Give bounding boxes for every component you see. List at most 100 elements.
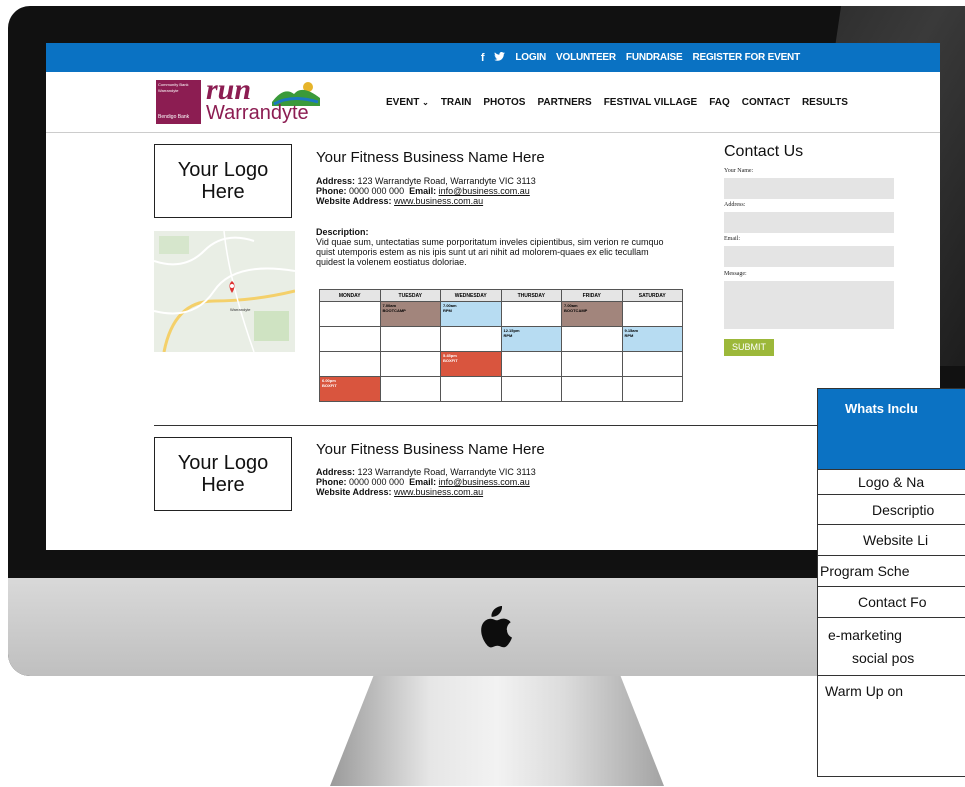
bank-line2: Warrandyte [158, 88, 179, 93]
name-input[interactable] [724, 178, 894, 199]
schedule-row: 5.45pm BOXFIT [319, 351, 683, 377]
schedule-cell: 9.15am RPM [621, 326, 683, 352]
class-name: BOXFIT [443, 358, 458, 363]
business-logo-placeholder-2: Your Logo Here [154, 437, 292, 511]
nav-contact[interactable]: CONTACT [742, 97, 790, 108]
address-value: 123 Warrandyte Road, Warrandyte VIC 3113 [357, 176, 536, 186]
chevron-down-icon: ⌄ [422, 97, 429, 107]
business-description: Description: Vid quae sum, untectatias s… [316, 227, 678, 267]
twitter-icon[interactable] [494, 51, 506, 64]
included-row-emarketing: e-marketing social pos [818, 617, 965, 675]
schedule-day-header: WEDNESDAY [440, 289, 502, 302]
contact-title: Contact Us [724, 143, 804, 160]
schedule-cell [379, 326, 441, 352]
logo2-line2: Here [201, 474, 245, 496]
schedule-cell [621, 376, 683, 402]
logo-warrandyte-text[interactable]: Warrandyte [206, 102, 309, 125]
email-link-2[interactable]: info@business.com.au [439, 477, 530, 487]
email-input[interactable] [724, 246, 894, 267]
schedule-day-header: MONDAY [319, 289, 381, 302]
schedule-day-header: SATURDAY [621, 289, 683, 302]
schedule-cell [500, 351, 562, 377]
business-name-2: Your Fitness Business Name Here [316, 441, 545, 458]
website-label: Website Address: [316, 196, 392, 206]
facebook-icon[interactable]: f [481, 52, 485, 64]
schedule-day-header: TUESDAY [379, 289, 441, 302]
class-name: RPM [443, 308, 452, 313]
address-input[interactable] [724, 212, 894, 233]
schedule-cell: 5.45pm BOXFIT [440, 351, 502, 377]
included-header: Whats Inclu [818, 389, 965, 469]
schedule-day-header: THURSDAY [500, 289, 562, 302]
description-text: Vid quae sum, untectatias sume porporita… [316, 237, 664, 267]
schedule-row: 12.15pm RPM 9.15am RPM [319, 326, 683, 352]
top-nav: f LOGIN VOLUNTEER FUNDRAISE REGISTER FOR… [481, 43, 800, 72]
nav-photos[interactable]: PHOTOS [483, 97, 525, 108]
website-label-2: Website Address: [316, 487, 392, 497]
website-link-2[interactable]: www.business.com.au [394, 487, 483, 497]
schedule-cell: 7.00am BOOTCAMP [379, 301, 441, 327]
apple-logo-icon [481, 606, 512, 648]
login-link[interactable]: LOGIN [515, 52, 546, 63]
website-screen: f LOGIN VOLUNTEER FUNDRAISE REGISTER FOR… [46, 43, 940, 550]
nav-festival-village[interactable]: FESTIVAL VILLAGE [604, 97, 698, 108]
nav-event-label: EVENT [386, 96, 420, 108]
bank-line3: Bendigo Bank [158, 114, 190, 120]
email-link[interactable]: info@business.com.au [439, 186, 530, 196]
schedule-cell [621, 351, 683, 377]
message-label: Message: [724, 271, 747, 277]
class-name: BOOTCAMP [564, 308, 588, 313]
schedule-cell [621, 301, 683, 327]
volunteer-link[interactable]: VOLUNTEER [556, 52, 616, 63]
business-info-2: Address: 123 Warrandyte Road, Warrandyte… [316, 467, 536, 497]
submit-button[interactable]: SUBMIT [724, 339, 774, 356]
schedule-cell [319, 351, 381, 377]
address-field-label: Address: [724, 202, 746, 208]
schedule-cell [319, 326, 381, 352]
nav-partners[interactable]: PARTNERS [537, 97, 591, 108]
schedule-cell [379, 376, 441, 402]
main-nav: EVENT ⌄ TRAIN PHOTOS PARTNERS FESTIVAL V… [386, 72, 848, 132]
business-info: Address: 123 Warrandyte Road, Warrandyte… [316, 176, 536, 206]
business-logo-placeholder: Your Logo Here [154, 144, 292, 218]
nav-event[interactable]: EVENT ⌄ [386, 97, 429, 108]
logo-line1: Your Logo [177, 159, 269, 181]
class-name: RPM [624, 333, 634, 338]
location-map[interactable]: Warrandyte [154, 231, 295, 352]
schedule-cell: 7.00am BOOTCAMP [561, 301, 623, 327]
phone-label: Phone: [316, 186, 347, 196]
included-row: Website Li [818, 524, 965, 555]
phone-value: 0000 000 000 [349, 186, 405, 196]
nav-faq[interactable]: FAQ [709, 97, 730, 108]
bank-logo[interactable]: Community Bank Warrandyte Bendigo Bank [156, 80, 201, 124]
schedule-row: 7.00am BOOTCAMP 7.00am RPM 7.00am BOOTCAMP [319, 301, 683, 327]
email-label: Email: [409, 186, 437, 196]
included-row: Descriptio [818, 494, 965, 524]
nav-train[interactable]: TRAIN [441, 97, 472, 108]
fundraise-link[interactable]: FUNDRAISE [626, 52, 683, 63]
phone-label-2: Phone: [316, 477, 347, 487]
program-schedule: MONDAY TUESDAY WEDNESDAY THURSDAY FRIDAY SATU… [319, 289, 683, 402]
included-row: Warm Up on [818, 675, 965, 705]
class-name: BOXFIT [322, 383, 337, 388]
schedule-cell [561, 326, 623, 352]
message-textarea[interactable] [724, 281, 894, 329]
schedule-cell [440, 326, 502, 352]
included-row: Logo & Na [818, 469, 965, 494]
register-link[interactable]: REGISTER FOR EVENT [692, 52, 800, 63]
nav-results[interactable]: RESULTS [802, 97, 848, 108]
logo-line2: Here [201, 181, 245, 203]
schedule-cell [379, 351, 441, 377]
address-value-2: 123 Warrandyte Road, Warrandyte VIC 3113 [357, 467, 536, 477]
schedule-cell [500, 376, 562, 402]
schedule-cell [440, 376, 502, 402]
logo-run-text[interactable]: run [206, 75, 251, 105]
schedule-cell [319, 301, 381, 327]
included-row: Program Sche [818, 555, 965, 586]
class-name: BOOTCAMP [382, 308, 406, 313]
top-bar: f LOGIN VOLUNTEER FUNDRAISE REGISTER FOR… [46, 43, 940, 72]
schedule-cell: 7.00am RPM [440, 301, 502, 327]
schedule-row: 6.00pm BOXFIT [319, 376, 683, 402]
website-link[interactable]: www.business.com.au [394, 196, 483, 206]
email-field-label: Email: [724, 236, 740, 242]
